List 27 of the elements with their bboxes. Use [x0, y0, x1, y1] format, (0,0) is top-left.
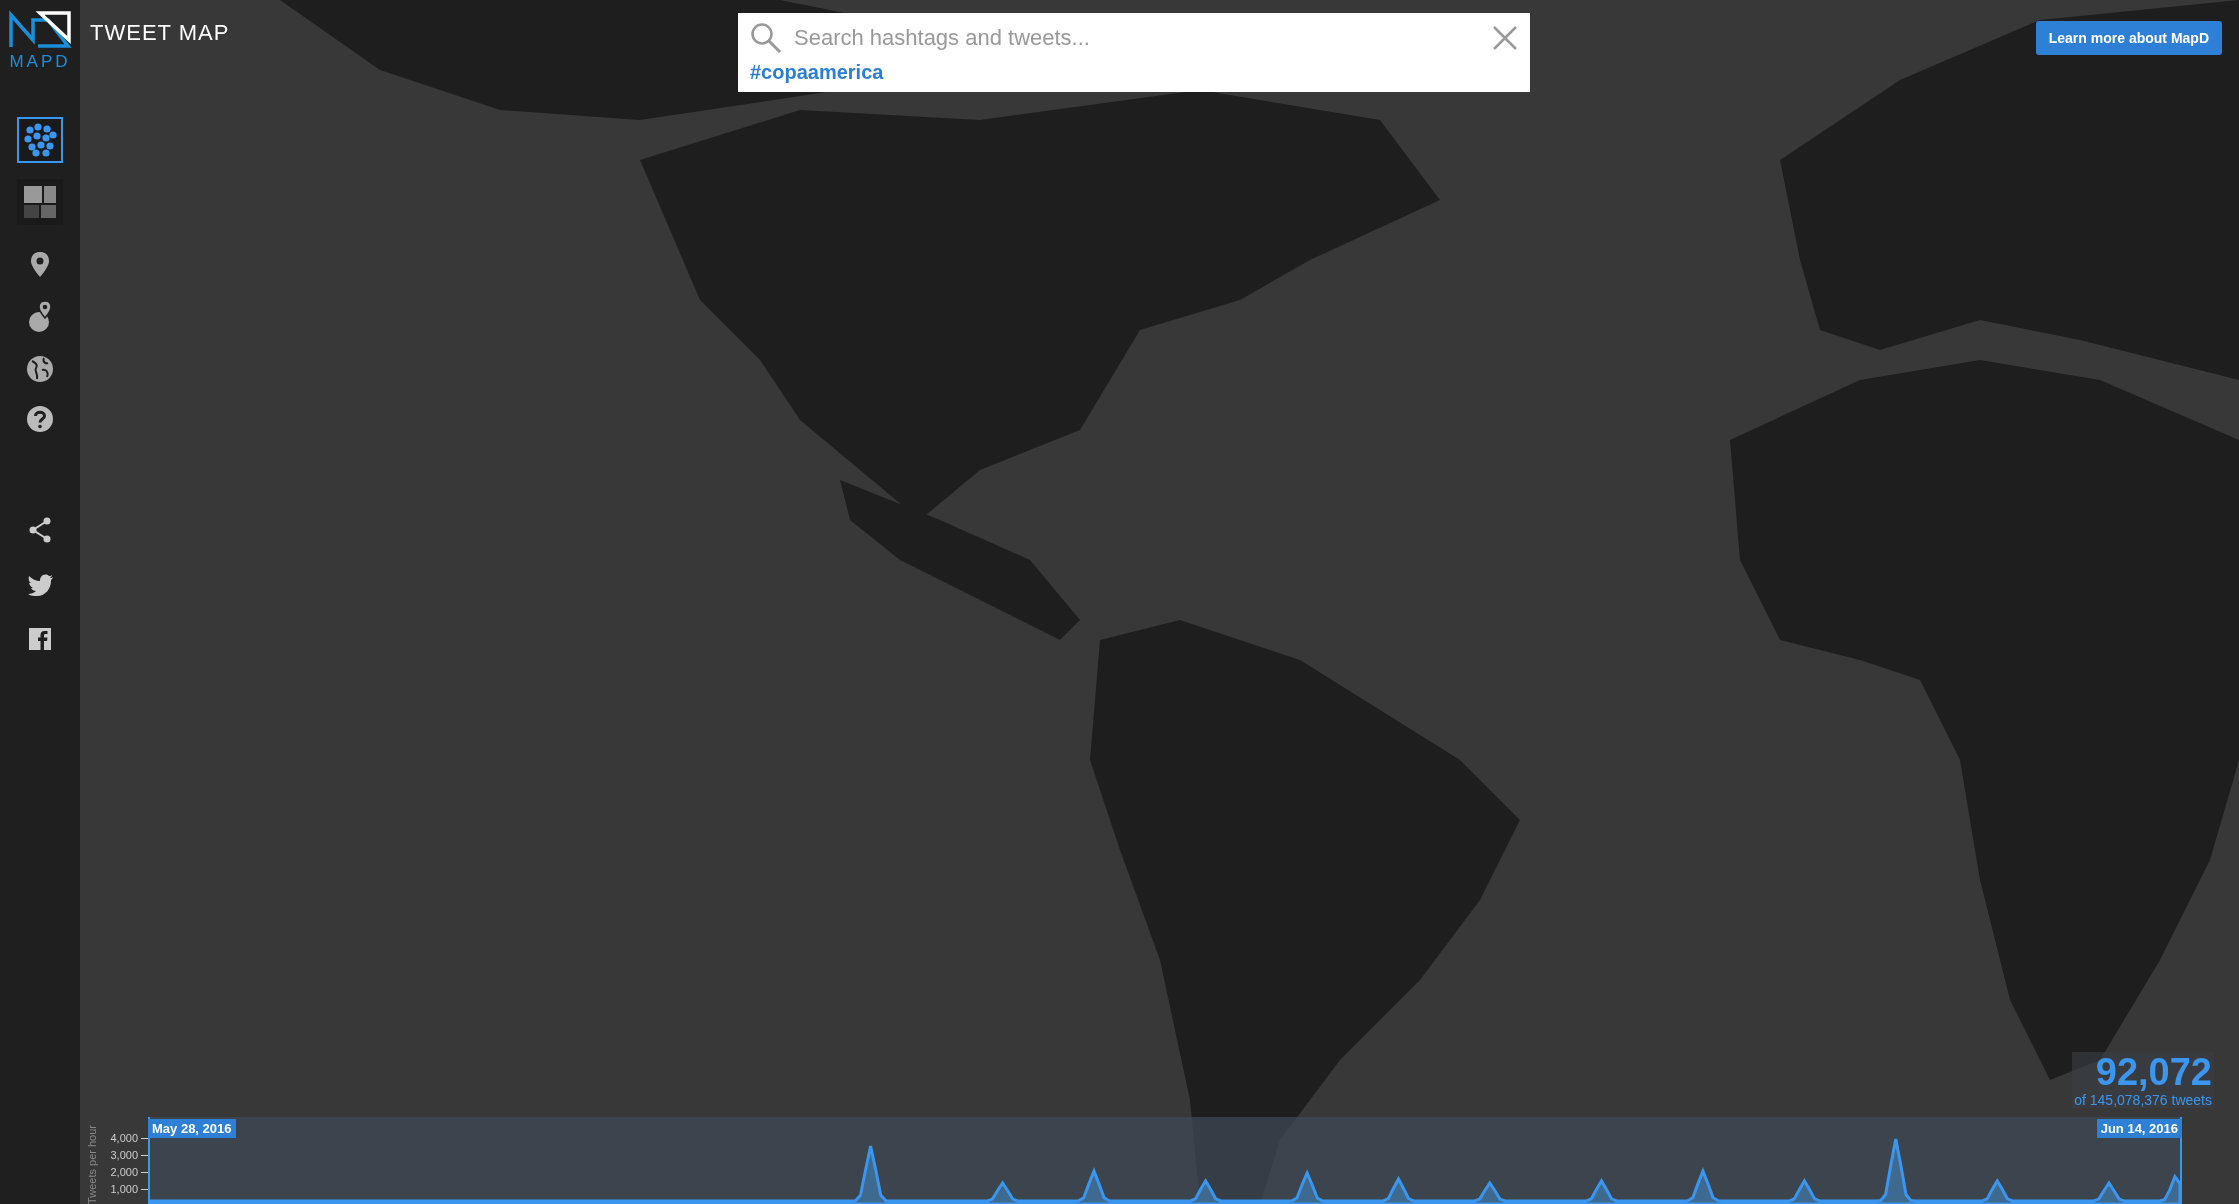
start-date-label: May 28, 2016 — [148, 1119, 236, 1138]
end-date-label: Jun 14, 2016 — [2096, 1119, 2182, 1138]
search-field[interactable]: Search hashtags and tweets... — [738, 13, 1530, 57]
axis-tick-label: 3,000 — [110, 1149, 138, 1161]
points-view-button[interactable] — [17, 117, 63, 163]
search-icon — [750, 22, 782, 54]
tweet-count: 92,072 — [2095, 1052, 2212, 1092]
learn-more-button[interactable]: Learn more about MapD — [2035, 21, 2222, 55]
map-pin-button[interactable] — [29, 251, 51, 278]
logo-text: MAPD — [9, 53, 71, 71]
heatmap-view-button[interactable] — [17, 179, 63, 225]
hashtag-link[interactable]: #copaamerica — [750, 61, 884, 84]
logo-icon — [8, 10, 72, 50]
app-title: TWEET MAP — [90, 20, 230, 46]
axis-tick-label: 4,000 — [110, 1132, 138, 1144]
help-button[interactable] — [26, 405, 54, 433]
pin-circle-button[interactable] — [27, 300, 53, 333]
facebook-button[interactable] — [28, 627, 52, 651]
axis-label: Tweets per hour — [86, 1125, 99, 1204]
tweet-total: of 145,078,376 tweets — [2074, 1092, 2212, 1108]
share-button[interactable] — [28, 517, 52, 543]
axis-tick-label: 2,000 — [110, 1166, 138, 1178]
globe-button[interactable] — [26, 355, 54, 383]
twitter-button[interactable] — [26, 573, 54, 597]
axis-tick-label: 1,000 — [110, 1183, 138, 1195]
brush-area[interactable]: May 28, 2016 Jun 14, 2016 — [148, 1117, 2182, 1204]
close-icon[interactable] — [1492, 25, 1518, 51]
